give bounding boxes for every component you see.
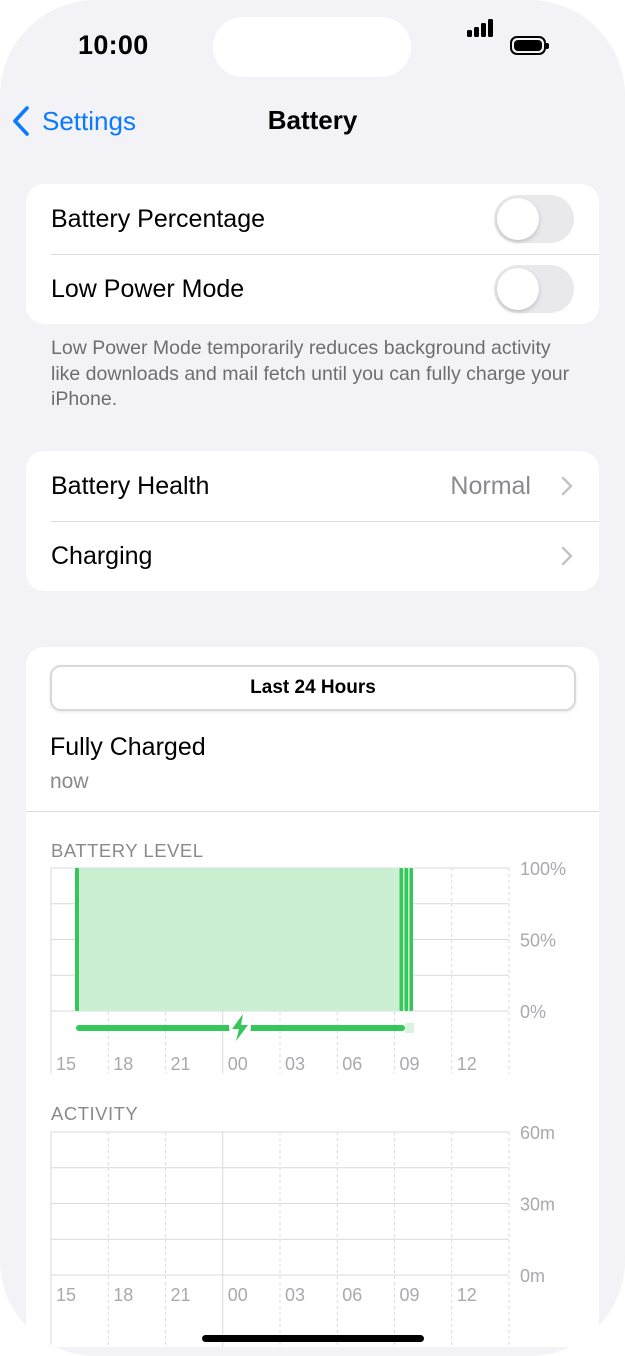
y-tick-label: 60m — [520, 1125, 555, 1143]
x-tick-label: 00 — [228, 1054, 248, 1074]
status-time: 10:00 — [78, 30, 149, 60]
battery-health-label: Battery Health — [51, 471, 210, 500]
divider — [26, 811, 599, 812]
y-tick-label: 100% — [520, 861, 566, 879]
charge-status-title: Fully Charged — [50, 733, 206, 761]
x-tick-label: 03 — [285, 1054, 305, 1074]
x-tick-label: 06 — [342, 1285, 362, 1305]
charge-status-time: now — [50, 770, 89, 793]
x-tick-label: 09 — [400, 1285, 420, 1305]
page-title: Battery — [267, 105, 358, 135]
x-tick-label: 18 — [113, 1285, 133, 1305]
battery-level-bar — [399, 868, 403, 1011]
battery-level-bar — [75, 868, 79, 1011]
battery-level-bar — [404, 868, 408, 1011]
battery-percentage-row: Battery Percentage — [26, 184, 599, 254]
battery-percentage-toggle[interactable] — [494, 195, 574, 243]
activity-chart: 15 18 21 00 03 06 09 12 60m 30m 0m — [50, 1125, 555, 1347]
x-tick-label: 21 — [171, 1285, 191, 1305]
x-tick-label: 12 — [457, 1054, 477, 1074]
dynamic-island — [213, 17, 411, 77]
home-indicator[interactable] — [202, 1335, 424, 1342]
usage-card: Last 24 Hours Fully Charged now BATTERY … — [26, 647, 599, 1347]
x-tick-label: 09 — [400, 1054, 420, 1074]
x-tick-label: 06 — [342, 1054, 362, 1074]
x-tick-label: 00 — [228, 1285, 248, 1305]
health-card: Battery Health Normal Charging — [26, 451, 599, 591]
y-tick-label: 0m — [520, 1266, 545, 1286]
battery-health-value: Normal — [450, 471, 531, 500]
activity-title: ACTIVITY — [51, 1103, 139, 1124]
chevron-right-icon — [561, 546, 573, 566]
charging-label: Charging — [51, 541, 153, 570]
time-range-segment[interactable]: Last 24 Hours — [50, 665, 576, 711]
low-power-mode-toggle[interactable] — [494, 265, 574, 313]
y-tick-label: 0% — [520, 1002, 546, 1022]
toggles-card: Battery Percentage Low Power Mode — [26, 184, 599, 324]
x-tick-label: 15 — [56, 1054, 76, 1074]
x-tick-label: 12 — [457, 1285, 477, 1305]
battery-level-title: BATTERY LEVEL — [51, 840, 204, 861]
battery-icon — [510, 36, 549, 55]
battery-percentage-label: Battery Percentage — [51, 204, 266, 233]
low-power-mode-row: Low Power Mode — [26, 254, 599, 324]
x-tick-label: 15 — [56, 1285, 76, 1305]
x-tick-label: 18 — [113, 1054, 133, 1074]
battery-level-bar — [409, 868, 413, 1011]
battery-level-chart: 15 18 21 00 03 06 09 12 100% 50% 0% — [50, 861, 566, 1074]
battery-health-row[interactable]: Battery Health Normal — [26, 451, 599, 521]
charging-row[interactable]: Charging — [26, 521, 599, 591]
x-tick-label: 03 — [285, 1285, 305, 1305]
x-tick-label: 21 — [171, 1054, 191, 1074]
charging-indicator-tail — [405, 1023, 414, 1033]
low-power-footnote: Low Power Mode temporarily reduces backg… — [51, 337, 570, 410]
battery-level-area — [77, 868, 411, 1011]
y-tick-label: 50% — [520, 931, 556, 951]
phone-screen: 10:00 Settings Battery Battery Percentag… — [0, 0, 625, 1356]
low-power-mode-label: Low Power Mode — [51, 274, 245, 303]
y-tick-label: 30m — [520, 1195, 555, 1215]
chevron-right-icon — [561, 476, 573, 496]
